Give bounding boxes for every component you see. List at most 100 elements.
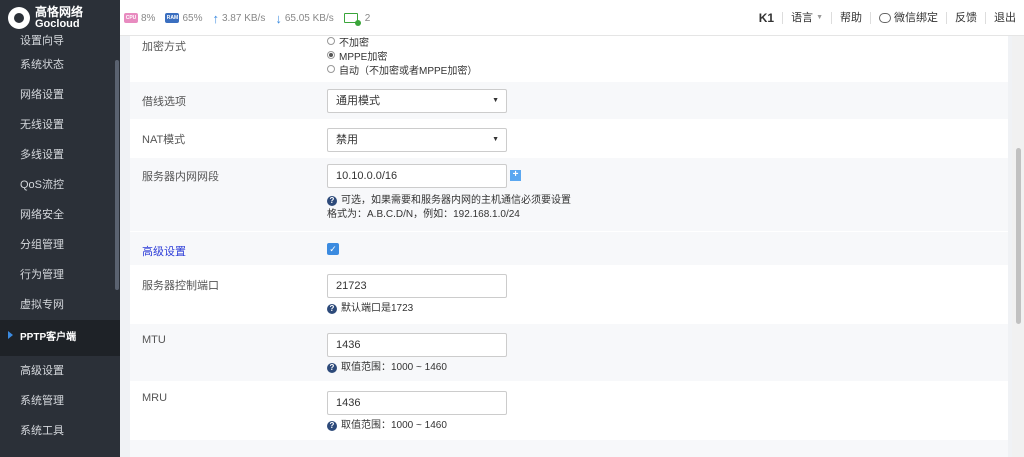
server-lan-control: 10.10.0.0/16 + ? 可选，如果需要和服务器内网的主机通信必须要设置 … [327, 164, 571, 222]
chevron-down-icon: ▼ [816, 14, 823, 21]
help-text: 取值范围：1000 ~ 1460 [341, 362, 447, 373]
next-row-partial [130, 440, 1008, 457]
mtu-input[interactable]: 1436 [327, 333, 507, 357]
sidebar-item-system-admin[interactable]: 系统管理 [0, 386, 120, 416]
clients-stat[interactable]: 2 [343, 13, 370, 26]
line-option-select[interactable]: 通用模式 [327, 89, 507, 113]
sidebar-scrollbar[interactable] [115, 60, 119, 290]
sidebar-item-vpn[interactable]: 虚拟专网 [0, 290, 120, 320]
radio-label: MPPE加密 [339, 51, 388, 63]
sidebar-item-network[interactable]: 网络设置 [0, 80, 120, 110]
control-port-label: 服务器控制端口 [142, 280, 219, 292]
feedback-link[interactable]: 反馈 [946, 12, 985, 24]
cloud-logo-icon [8, 7, 30, 29]
radio-dot-selected [327, 51, 335, 59]
mru-row: MRU 1436 ? 取值范围：1000 ~ 1460 [130, 382, 1008, 440]
mtu-help: ? 取值范围：1000 ~ 1460 [327, 361, 507, 375]
wechat-icon [879, 13, 891, 23]
radio-label: 自动（不加密或者MPPE加密） [339, 65, 478, 77]
mru-control: 1436 ? 取值范围：1000 ~ 1460 [327, 391, 507, 433]
server-lan-input[interactable]: 10.10.0.0/16 [327, 164, 507, 188]
advanced-checkbox[interactable]: ✓ [327, 243, 339, 255]
help-text: 取值范围：1000 ~ 1460 [341, 420, 447, 431]
mtu-control: 1436 ? 取值范围：1000 ~ 1460 [327, 333, 507, 375]
upload-speed: 3.87 KB/s [221, 12, 266, 24]
encryption-label: 加密方式 [142, 41, 186, 53]
add-subnet-icon[interactable]: + [510, 170, 521, 181]
line-option-label: 借线选项 [142, 96, 186, 108]
wechat-bind-link[interactable]: 微信绑定 [870, 12, 946, 24]
sidebar-item-multiline[interactable]: 多线设置 [0, 140, 120, 170]
control-port-input[interactable]: 21723 [327, 274, 507, 298]
question-icon: ? [327, 421, 337, 431]
radio-auto[interactable]: 自动（不加密或者MPPE加密） [327, 62, 478, 77]
nat-label: NAT模式 [142, 134, 186, 146]
sidebar-item-setup-wizard[interactable]: 设置向导 [0, 36, 120, 50]
server-lan-row: 服务器内网网段 10.10.0.0/16 + ? 可选，如果需要和服务器内网的主机… [130, 158, 1008, 232]
cpu-usage: 8% [141, 12, 156, 24]
sidebar-item-pptp-client[interactable]: PPTP客户端 [0, 320, 120, 356]
download-speed: 65.05 KB/s [284, 12, 334, 24]
wechat-label: 微信绑定 [894, 12, 938, 24]
ram-usage: 65% [182, 12, 203, 24]
sidebar: 设置向导 系统状态 网络设置 无线设置 多线设置 QoS流控 网络安全 分组管理… [0, 36, 120, 457]
ram-chip-icon: RAM [165, 13, 180, 23]
encryption-row: 加密方式 不加密 MPPE加密 自动（不加密或者MPPE加密） [130, 36, 1008, 82]
advanced-label: 高级设置 [142, 246, 186, 258]
question-icon: ? [327, 196, 337, 206]
sidebar-item-qos[interactable]: QoS流控 [0, 170, 120, 200]
sidebar-item-groups[interactable]: 分组管理 [0, 230, 120, 260]
mru-help: ? 取值范围：1000 ~ 1460 [327, 419, 507, 433]
server-lan-help: ? 可选，如果需要和服务器内网的主机通信必须要设置 [327, 194, 571, 208]
scroll-thumb[interactable] [1016, 148, 1021, 324]
cpu-stat: CPU 8% [124, 13, 155, 24]
sidebar-item-system-status[interactable]: 系统状态 [0, 50, 120, 80]
language-label: 语言 [791, 12, 814, 24]
radio-dot [327, 65, 335, 73]
control-port-control: 21723 ? 默认端口是1723 [327, 274, 507, 316]
monitor-icon [343, 13, 361, 26]
cpu-chip-icon: CPU [124, 13, 138, 23]
device-name: K1 [758, 11, 775, 25]
line-option-row: 借线选项 通用模式 [130, 82, 1008, 120]
radio-no-encryption[interactable]: 不加密 [327, 36, 477, 49]
nat-row: NAT模式 禁用 [130, 120, 1008, 158]
upload-stat: ↑ 3.87 KB/s [212, 11, 265, 26]
control-port-row: 服务器控制端口 21723 ? 默认端口是1723 [130, 266, 1008, 324]
help-text: 默认端口是1723 [341, 303, 414, 314]
brand-name-en: Gocloud [35, 18, 80, 30]
logout-link[interactable]: 退出 [985, 12, 1024, 24]
top-nav: K1 语言 ▼ 帮助 微信绑定 反馈 退出 [751, 0, 1024, 36]
system-stats: CPU 8% RAM 65% ↑ 3.87 KB/s ↓ 65.05 KB/s … [124, 0, 374, 36]
sidebar-item-system-tools[interactable]: 系统工具 [0, 416, 120, 446]
sidebar-item-behavior[interactable]: 行为管理 [0, 260, 120, 290]
server-lan-label: 服务器内网网段 [142, 171, 219, 183]
ram-stat: RAM 65% [165, 13, 202, 24]
sidebar-item-advanced[interactable]: 高级设置 [0, 356, 120, 386]
advanced-row: 高级设置 ✓ [130, 232, 1008, 266]
brand-logo[interactable]: 高恪网络 Gocloud [0, 0, 120, 36]
encryption-radio-group: 不加密 MPPE加密 自动（不加密或者MPPE加密） [327, 36, 478, 77]
question-icon: ? [327, 304, 337, 314]
brand-name-cn: 高恪网络 [35, 5, 84, 19]
help-text: 可选，如果需要和服务器内网的主机通信必须要设置 [341, 195, 571, 206]
mru-input[interactable]: 1436 [327, 391, 507, 415]
nat-select[interactable]: 禁用 [327, 128, 507, 152]
pptp-client-form: 加密方式 不加密 MPPE加密 自动（不加密或者MPPE加密） 借线选项 通用模… [130, 36, 1008, 457]
help-link[interactable]: 帮助 [831, 12, 870, 24]
radio-dot [327, 37, 335, 45]
radio-mppe[interactable]: MPPE加密 [327, 48, 477, 63]
mtu-label: MTU [142, 334, 166, 346]
server-lan-format: 格式为：A.B.C.D/N，例如：192.168.1.0/24 [327, 209, 520, 220]
top-bar: 高恪网络 Gocloud CPU 8% RAM 65% ↑ 3.87 KB/s … [0, 0, 1024, 36]
mru-label: MRU [142, 392, 168, 404]
mtu-row: MTU 1436 ? 取值范围：1000 ~ 1460 [130, 324, 1008, 382]
download-arrow-icon: ↓ [275, 10, 282, 26]
page-scrollbar[interactable] [1012, 36, 1024, 457]
sidebar-item-wireless[interactable]: 无线设置 [0, 110, 120, 140]
question-icon: ? [327, 363, 337, 373]
upload-arrow-icon: ↑ [212, 10, 219, 26]
control-port-help: ? 默认端口是1723 [327, 302, 507, 316]
sidebar-item-security[interactable]: 网络安全 [0, 200, 120, 230]
language-menu[interactable]: 语言 ▼ [782, 12, 831, 24]
